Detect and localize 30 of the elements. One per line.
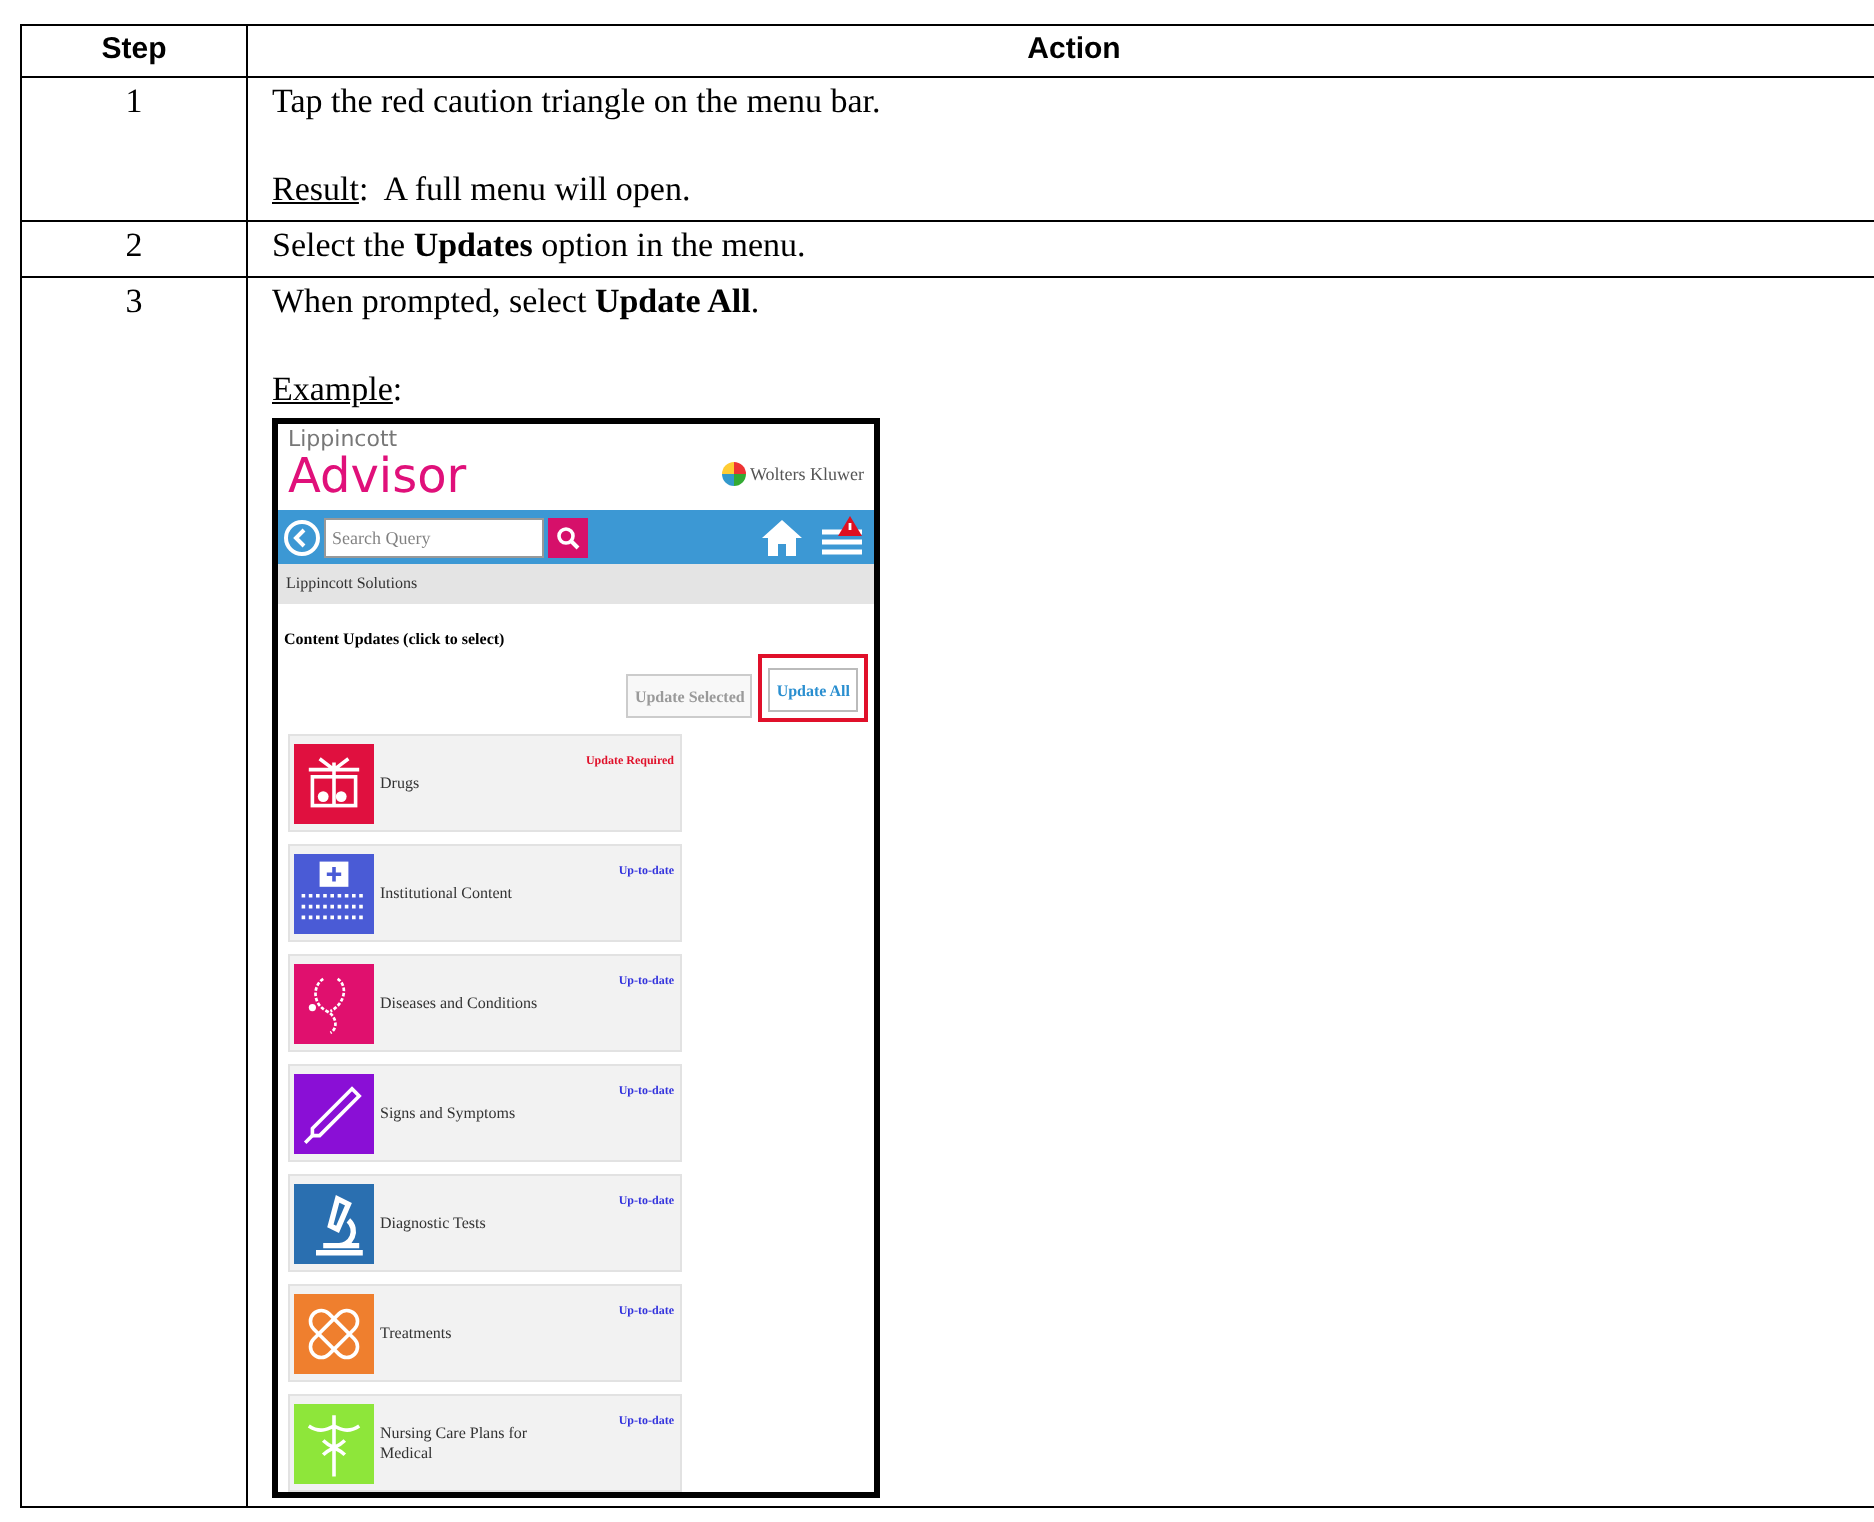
- column-header: Action: [1027, 30, 1121, 71]
- search-icon: [556, 525, 580, 550]
- menu-alert-icon[interactable]: [820, 515, 864, 560]
- app-title: Advisor: [288, 452, 467, 500]
- category-name: Drugs: [380, 773, 422, 793]
- category-name: Institutional Content: [380, 883, 514, 903]
- category-name: Diseases and Conditions: [380, 993, 540, 1013]
- example-label: Example:: [272, 368, 405, 412]
- logo-icon: [721, 462, 746, 486]
- column-header: Step: [101, 30, 167, 71]
- search-button[interactable]: [548, 517, 588, 558]
- category-name: Treatments: [380, 1323, 454, 1343]
- category-name: Nursing Care Plans for Medical: [380, 1423, 530, 1463]
- category-name: Diagnostic Tests: [380, 1213, 488, 1233]
- step-number: 3: [125, 280, 143, 324]
- category-name: Signs and Symptoms: [380, 1103, 518, 1123]
- instruction-text: Tap the red caution triangle on the menu bar.: [272, 80, 883, 124]
- home-icon[interactable]: [760, 517, 804, 558]
- update-button[interactable]: Update All: [768, 668, 858, 712]
- section-title: Content Updates (click to select): [282, 628, 507, 652]
- breadcrumb-bar: Lippincott Solutions: [278, 564, 874, 604]
- step-number: 1: [125, 80, 143, 124]
- instruction-text: When prompted, select Update All.: [272, 280, 762, 324]
- instruction-text: Select the Updates option in the menu.: [272, 224, 808, 268]
- result-text: Result: A full menu will open.: [272, 168, 693, 212]
- partner-logo-text: Wolters Kluwer: [749, 462, 864, 488]
- search-field[interactable]: Search Query: [324, 517, 544, 558]
- brand-name: Lippincott: [288, 428, 400, 450]
- back-icon[interactable]: [284, 519, 320, 556]
- step-number: 2: [125, 224, 143, 268]
